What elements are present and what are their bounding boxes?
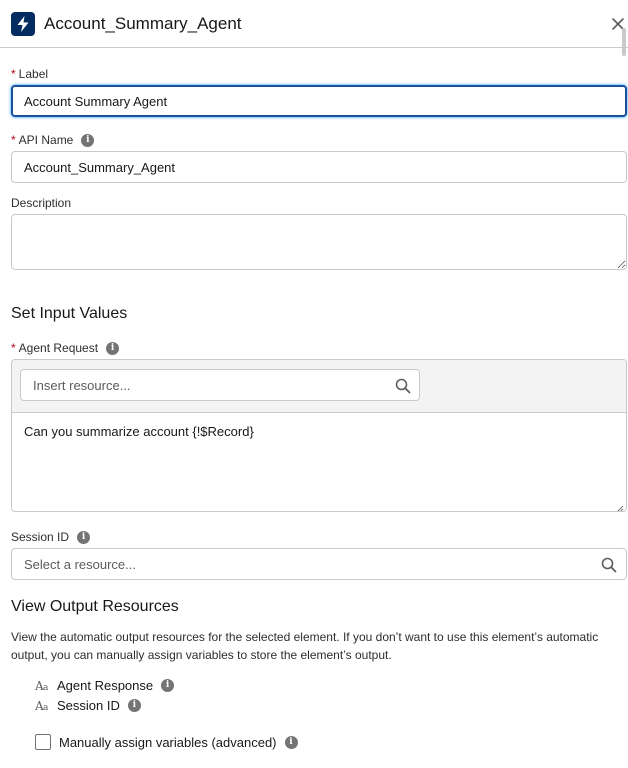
resource-picker-bar xyxy=(12,360,626,413)
api-name-input[interactable] xyxy=(11,151,627,183)
set-input-values-heading: Set Input Values xyxy=(11,305,128,322)
required-marker: * xyxy=(11,341,16,355)
panel-title: Account_Summary_Agent xyxy=(44,14,242,33)
output-resource-item: Aa Session ID i xyxy=(35,698,141,713)
search-icon[interactable] xyxy=(601,557,617,573)
info-icon[interactable]: i xyxy=(81,133,95,147)
lightning-bolt-icon xyxy=(11,12,35,36)
info-icon[interactable]: i xyxy=(106,341,120,355)
description-field-label: Description xyxy=(11,196,72,210)
panel-header: Account_Summary_Agent xyxy=(0,0,628,56)
session-id-field-label: Session ID i xyxy=(11,529,91,545)
info-icon[interactable]: i xyxy=(77,530,91,544)
output-resources-description: View the automatic output resources for … xyxy=(11,630,599,662)
view-output-resources-heading: View Output Resources xyxy=(11,598,179,615)
required-marker: * xyxy=(11,67,16,81)
manual-assign-row: Manually assign variables (advanced) i xyxy=(35,734,298,750)
agent-request-text[interactable]: Can you summarize account {!$Record} xyxy=(24,424,254,439)
required-marker: * xyxy=(11,133,16,147)
resize-grip-icon[interactable] xyxy=(616,501,624,511)
manual-assign-checkbox[interactable] xyxy=(35,734,51,750)
agent-request-resource-box: Can you summarize account {!$Record} xyxy=(11,359,627,512)
api-name-field-label: * API Name i xyxy=(11,132,95,148)
output-resource-item: Aa Agent Response i xyxy=(35,678,175,693)
session-id-input[interactable] xyxy=(11,548,627,580)
label-field-label: * Label xyxy=(11,67,49,81)
text-type-icon: Aa xyxy=(35,698,49,713)
manual-assign-label[interactable]: Manually assign variables (advanced) xyxy=(59,735,277,750)
info-icon[interactable]: i xyxy=(284,735,298,749)
scrollbar[interactable] xyxy=(622,28,626,56)
info-icon[interactable]: i xyxy=(127,699,141,712)
text-type-icon: Aa xyxy=(35,678,49,693)
search-icon[interactable] xyxy=(395,378,411,394)
label-input[interactable] xyxy=(11,85,627,117)
agent-request-field-label: * Agent Request i xyxy=(11,340,120,356)
description-textarea[interactable] xyxy=(11,214,627,270)
insert-resource-input[interactable] xyxy=(20,369,420,401)
info-icon[interactable]: i xyxy=(161,679,175,692)
